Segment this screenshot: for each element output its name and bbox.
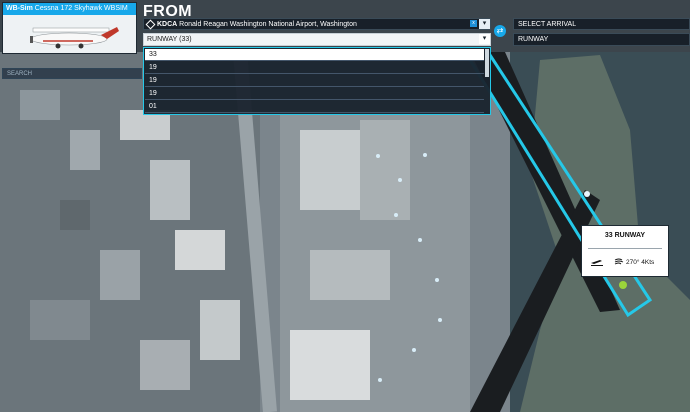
search-input[interactable]: SEARCH [2,68,142,79]
aircraft-image [3,15,136,53]
runway-select[interactable]: RUNWAY (33) [143,33,491,46]
runway-chevron-icon[interactable]: ▾ [479,34,490,44]
clear-airport-button[interactable]: x [470,20,477,27]
runway-option[interactable]: 19 [145,62,484,74]
departure-airport-field[interactable]: KDCA Ronald Reagan Washington National A… [143,18,491,30]
runway-card-title: 33 RUNWAY [604,232,646,239]
runway-option[interactable]: 19 [145,75,484,87]
airport-name: Ronald Reagan Washington National Airpor… [177,21,357,28]
runway-option[interactable]: 33 [145,49,484,61]
runway-option[interactable]: 01 [145,101,484,113]
dropdown-scrollbar[interactable] [485,49,489,77]
takeoff-icon [591,260,603,266]
chevron-down-icon[interactable]: ▾ [479,19,490,29]
diamond-icon [145,19,156,30]
aircraft-brand: WB-Sim [6,5,33,12]
swap-icon[interactable]: ⇄ [494,25,506,37]
runway-info-card[interactable]: 33 RUNWAY 270° 4Kts [581,225,669,277]
aircraft-card[interactable]: WB-Sim Cessna 172 Skyhawk WBSIM [2,2,137,54]
arrival-runway-placeholder: RUNWAY [518,36,549,43]
card-divider [588,248,662,249]
runway-start-marker[interactable] [619,281,627,289]
aircraft-title: WB-Sim Cessna 172 Skyhawk WBSIM [3,3,136,15]
arrival-airport-placeholder: SELECT ARRIVAL [518,21,577,28]
wind-icon [614,258,624,265]
airport-code: KDCA [157,21,178,28]
aircraft-model: Cessna 172 Skyhawk WBSIM [32,5,128,12]
runway-select-value: RUNWAY (33) [147,36,192,43]
wind-readout: 270° 4Kts [626,259,655,266]
runway-option[interactable]: 19 [145,88,484,100]
runway-dropdown[interactable]: 33 19 19 19 01 [143,47,491,115]
arrival-airport-field[interactable]: SELECT ARRIVAL [513,18,690,30]
arrival-runway-field[interactable]: RUNWAY [513,33,690,46]
